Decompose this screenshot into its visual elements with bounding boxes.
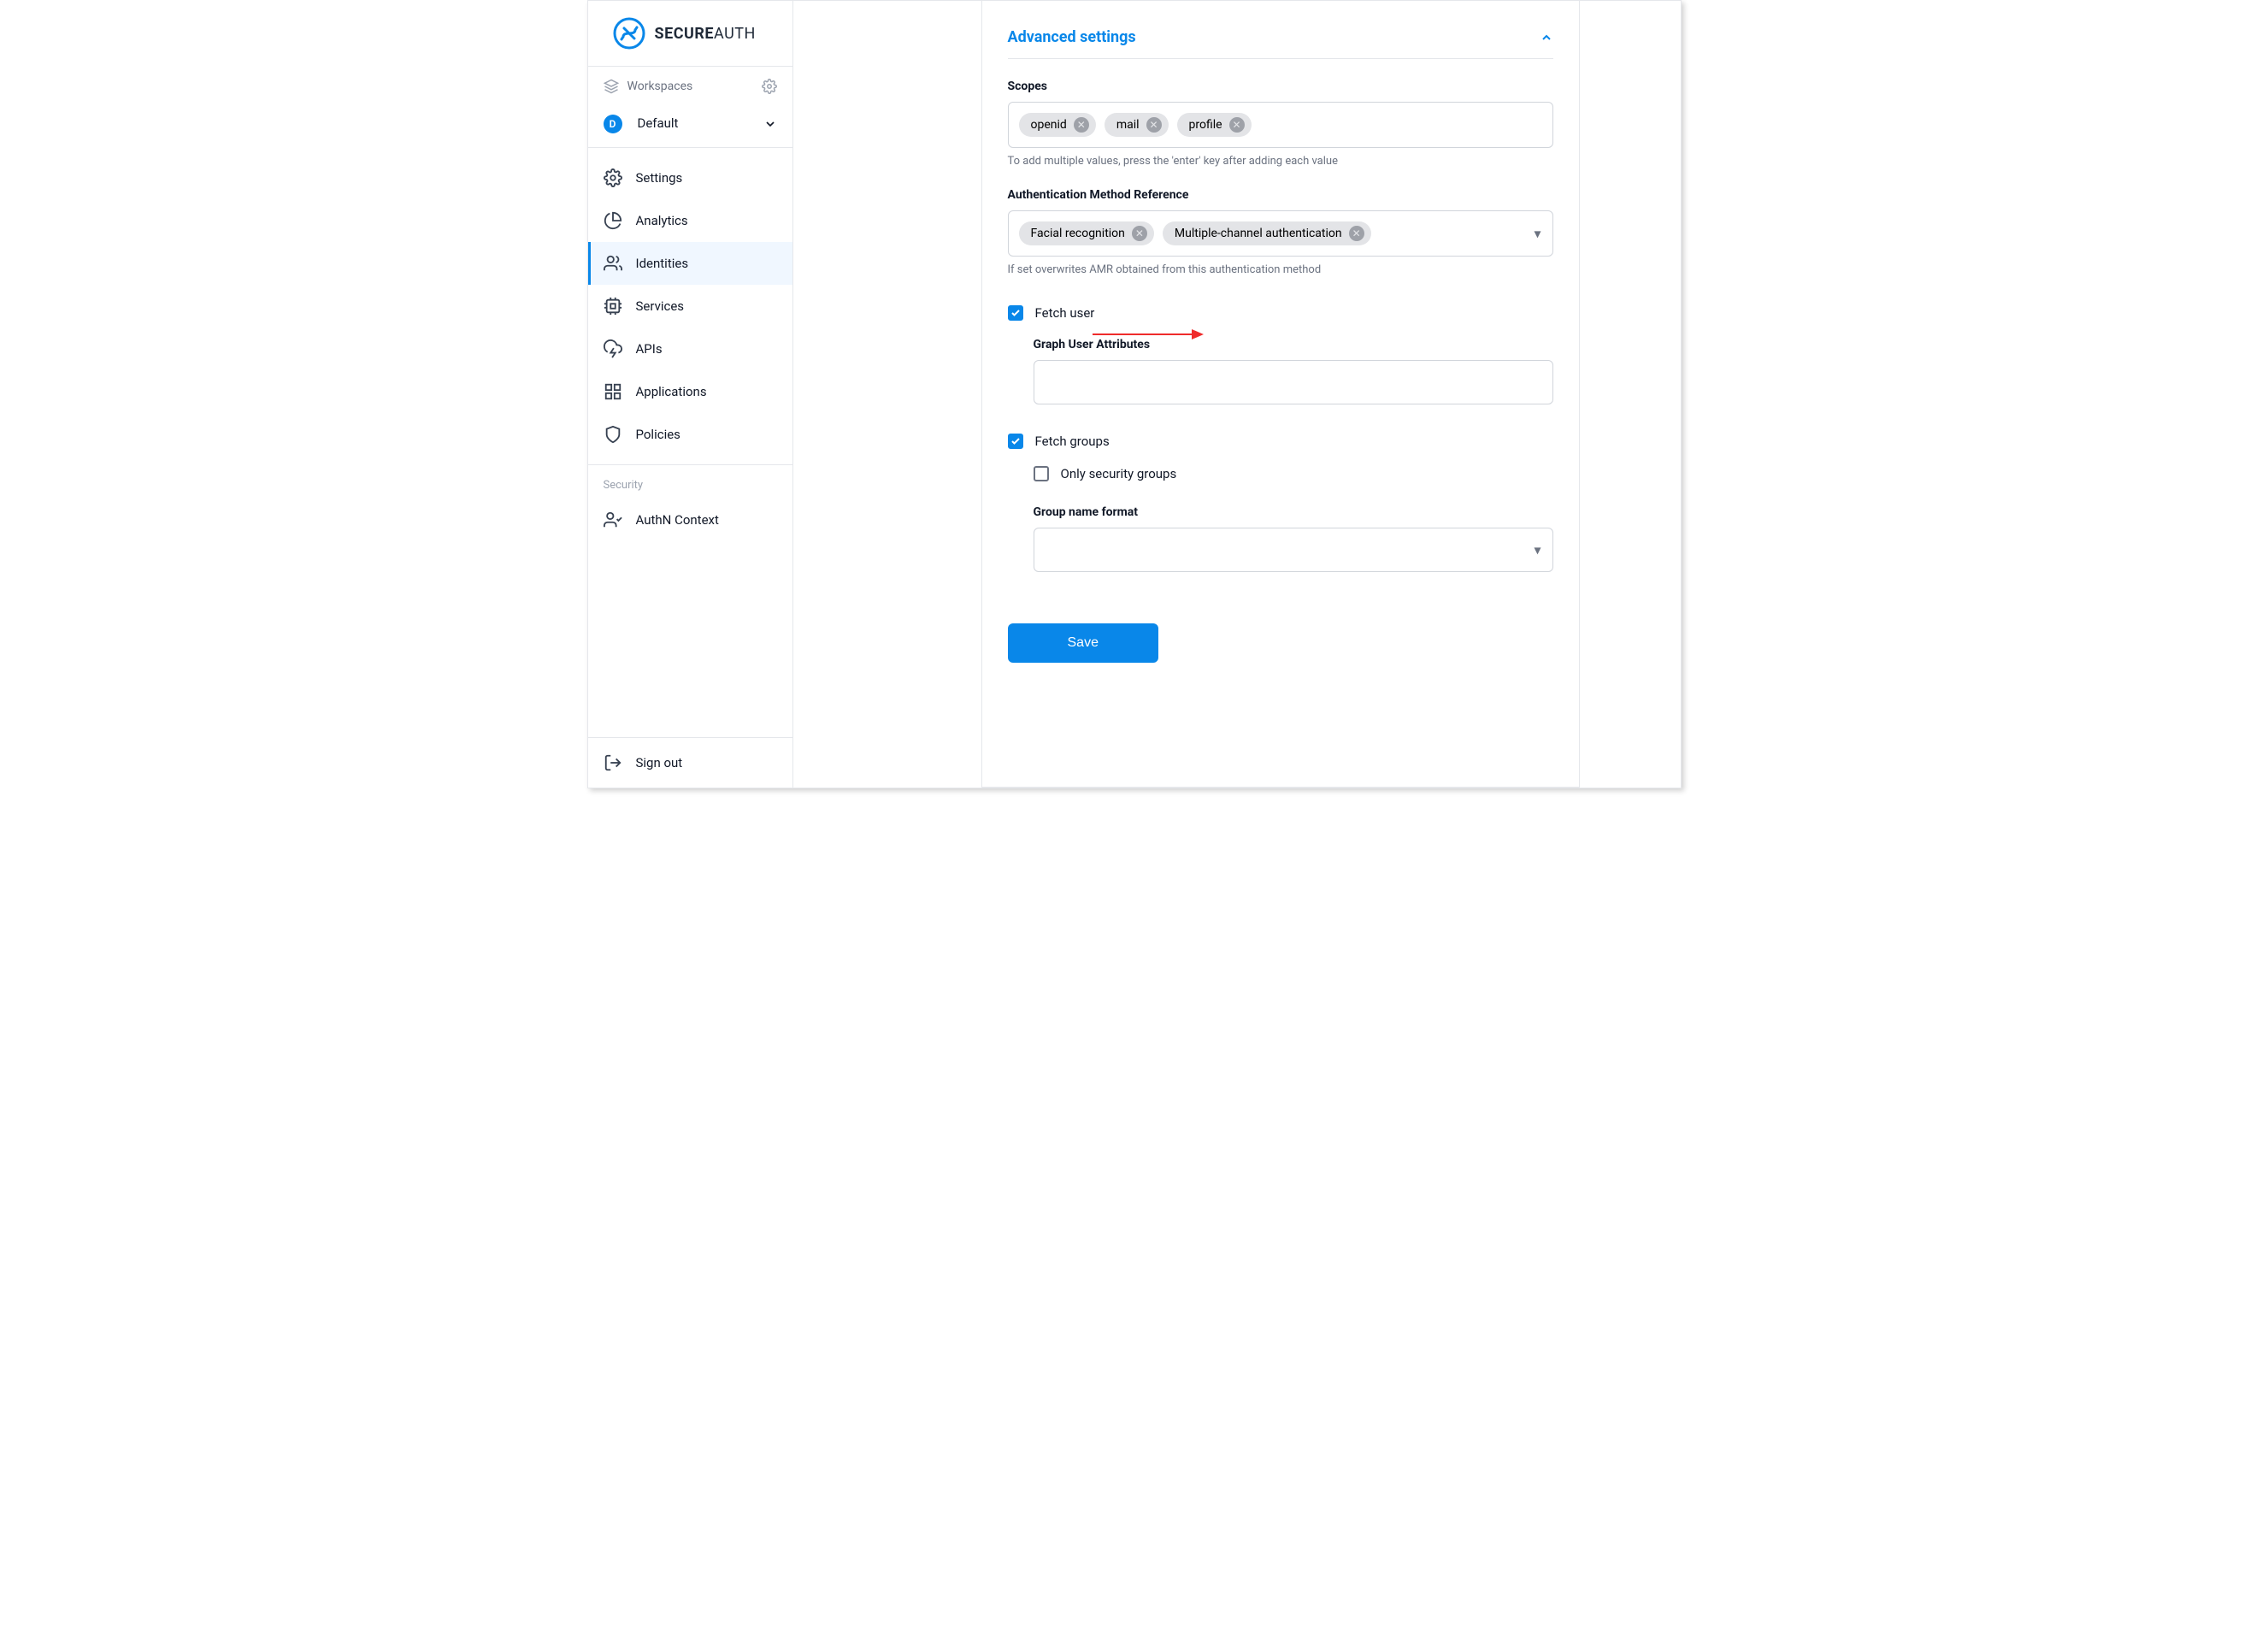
users-icon (604, 254, 622, 273)
cloud-bolt-icon (604, 339, 622, 358)
scopes-hint: To add multiple values, press the 'enter… (1008, 155, 1553, 168)
amr-label: Authentication Method Reference (1008, 188, 1553, 202)
signout-button[interactable]: Sign out (588, 737, 792, 788)
nav-applications[interactable]: Applications (588, 370, 792, 413)
only-security-row: Only security groups (1034, 466, 1553, 481)
main: Advanced settings Scopes openid✕ mail✕ p… (793, 1, 1681, 788)
fetch-groups-label: Fetch groups (1035, 434, 1110, 449)
amr-field: Authentication Method Reference Facial r… (1008, 188, 1553, 276)
amr-hint: If set overwrites AMR obtained from this… (1008, 263, 1553, 276)
nav-analytics[interactable]: Analytics (588, 199, 792, 242)
chip-remove-icon[interactable]: ✕ (1074, 117, 1089, 133)
nav-settings[interactable]: Settings (588, 156, 792, 199)
chip-remove-icon[interactable]: ✕ (1349, 226, 1364, 241)
group-format-select[interactable] (1034, 528, 1553, 572)
fetch-user-row: Fetch user (1008, 305, 1553, 321)
nav-apis[interactable]: APIs (588, 328, 792, 370)
nav-policies[interactable]: Policies (588, 413, 792, 456)
only-security-checkbox[interactable] (1034, 466, 1049, 481)
chip-remove-icon[interactable]: ✕ (1132, 226, 1147, 241)
amr-chip: Multiple-channel authentication✕ (1163, 221, 1371, 245)
fetch-groups-row: Fetch groups (1008, 434, 1553, 449)
grid-icon (604, 382, 622, 401)
pie-chart-icon (604, 211, 622, 230)
brand: SECUREAUTH (588, 1, 792, 67)
scopes-input[interactable]: openid✕ mail✕ profile✕ (1008, 102, 1553, 148)
brand-name: SECUREAUTH (655, 25, 756, 43)
amr-input[interactable]: Facial recognition✕ Multiple-channel aut… (1008, 210, 1553, 257)
graph-attributes-label: Graph User Attributes (1034, 338, 1553, 351)
gear-icon[interactable] (762, 79, 777, 94)
advanced-settings-panel: Advanced settings Scopes openid✕ mail✕ p… (981, 1, 1580, 788)
chip-remove-icon[interactable]: ✕ (1146, 117, 1162, 133)
nav-identities[interactable]: Identities (588, 242, 792, 285)
gear-icon (604, 168, 622, 187)
layers-icon (604, 79, 619, 94)
nav-label: AuthN Context (636, 512, 719, 528)
graph-attributes-field: Graph User Attributes (1034, 338, 1553, 404)
scopes-field: Scopes openid✕ mail✕ profile✕ To add mul… (1008, 80, 1553, 168)
fetch-user-label: Fetch user (1035, 305, 1095, 321)
sidebar: SECUREAUTH Workspaces D Default Settings (588, 1, 793, 788)
chevron-down-icon (763, 117, 777, 131)
scope-chip: openid✕ (1019, 113, 1096, 137)
amr-chip: Facial recognition✕ (1019, 221, 1154, 245)
workspace-badge: D (604, 115, 622, 133)
fetch-groups-checkbox[interactable] (1008, 434, 1023, 449)
nav-label: Services (636, 298, 685, 314)
graph-attributes-input[interactable] (1034, 360, 1553, 404)
nav-label: Policies (636, 427, 680, 442)
panel-header[interactable]: Advanced settings (1008, 1, 1553, 59)
brand-logo-icon (612, 16, 646, 50)
scope-chip: mail✕ (1105, 113, 1169, 137)
workspaces-header: Workspaces (588, 67, 792, 106)
nav-label: Applications (636, 384, 707, 399)
nav-label: APIs (636, 341, 663, 357)
nav-label: Identities (636, 256, 689, 271)
workspace-selector[interactable]: D Default (588, 106, 792, 148)
panel-title: Advanced settings (1008, 28, 1136, 46)
nav-label: Analytics (636, 213, 688, 228)
chevron-up-icon (1540, 31, 1553, 44)
workspaces-label: Workspaces (627, 80, 693, 93)
shield-icon (604, 425, 622, 444)
signout-label: Sign out (636, 755, 683, 770)
logout-icon (604, 753, 622, 772)
chip-remove-icon[interactable]: ✕ (1229, 117, 1245, 133)
nav-services[interactable]: Services (588, 285, 792, 328)
primary-nav: Settings Analytics Identities Services A… (588, 148, 792, 464)
fetch-groups-subblock: Only security groups Group name format ▾ (1034, 466, 1553, 572)
only-security-label: Only security groups (1061, 466, 1177, 481)
nav-label: Settings (636, 170, 683, 186)
group-format-label: Group name format (1034, 505, 1553, 519)
fetch-user-checkbox[interactable] (1008, 305, 1023, 321)
nav-authn-context[interactable]: AuthN Context (588, 499, 792, 541)
scopes-label: Scopes (1008, 80, 1553, 93)
workspace-name: Default (637, 115, 678, 131)
scope-chip: profile✕ (1177, 113, 1252, 137)
user-check-icon (604, 511, 622, 529)
save-button[interactable]: Save (1008, 623, 1158, 663)
security-section-label: Security (588, 464, 792, 499)
cpu-icon (604, 297, 622, 316)
